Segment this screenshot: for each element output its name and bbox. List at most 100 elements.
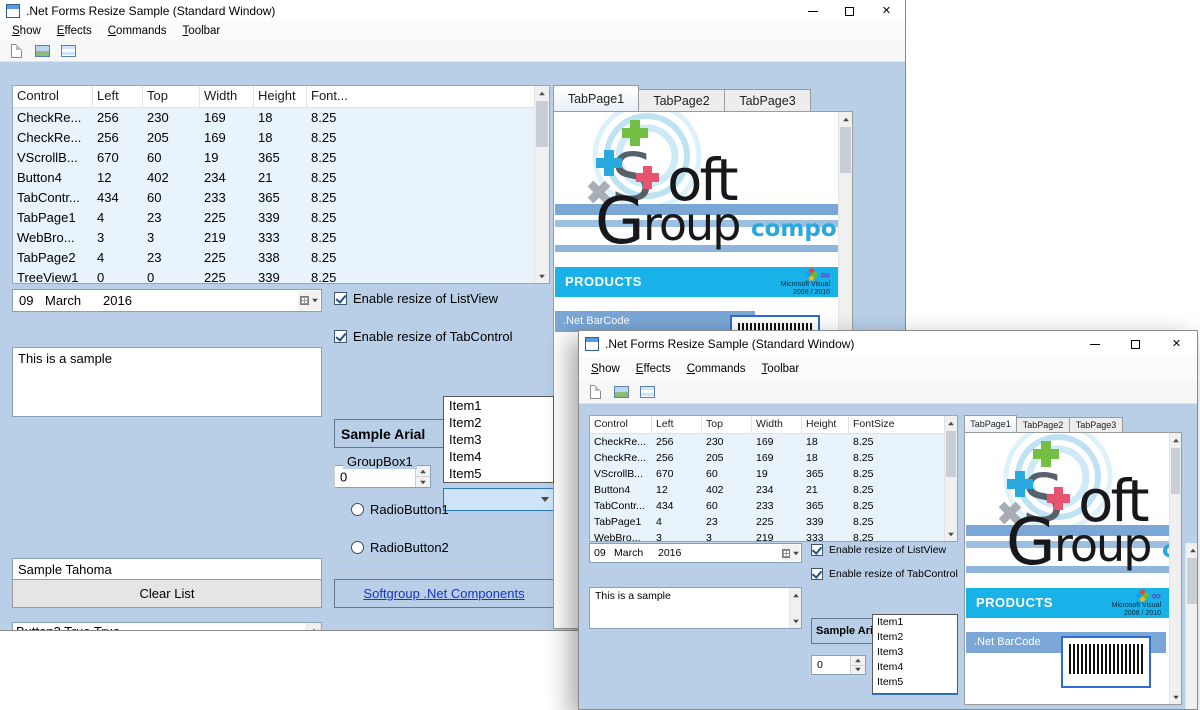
tab[interactable]: TabPage1 [964,415,1017,432]
table-row[interactable]: TreeView1002253398.25 [13,268,549,284]
radiobutton1[interactable]: RadioButton1 [351,502,449,517]
table-row[interactable]: TabContr...434602333658.25 [590,498,957,514]
tab[interactable]: TabPage1 [553,85,639,111]
combo-item[interactable]: Item2 [873,630,957,645]
scrollbar-thumb[interactable] [1187,558,1197,604]
combo-item[interactable]: Item3 [444,431,553,448]
combo-item[interactable]: Item1 [444,397,553,414]
table-row[interactable]: Button412402234218.25 [590,482,957,498]
enable-resize-listview-checkbox[interactable]: Enable resize of ListView [811,544,946,556]
enable-resize-tabcontrol-checkbox[interactable]: Enable resize of TabControl [334,329,512,344]
combo-item[interactable]: Item3 [873,645,957,660]
menu-item[interactable]: Commands [100,25,175,37]
log-item[interactable]: Button3 True True [13,624,306,630]
form-vertical-scrollbar[interactable] [1185,543,1197,709]
radiobutton2[interactable]: RadioButton2 [351,540,449,555]
scroll-up-button[interactable] [1186,543,1197,557]
column-header[interactable]: Height [254,86,307,107]
scroll-up-button[interactable] [1170,433,1181,447]
scroll-up-button[interactable] [945,416,957,430]
softgroup-link[interactable]: Softgroup .Net Components [363,586,524,601]
titlebar[interactable]: .Net Forms Resize Sample (Standard Windo… [579,331,1197,357]
table-row[interactable]: VScrollB...67060193658.25 [13,148,549,168]
minimize-button[interactable] [794,0,831,22]
table-row[interactable]: CheckRe...256230169188.25 [13,108,549,128]
column-header[interactable]: Left [652,416,702,433]
column-header[interactable]: FontSize [849,416,957,433]
scrollbar-thumb[interactable] [946,431,956,477]
date-picker-dropdown-button[interactable] [298,291,320,310]
numeric-updown[interactable]: 0 [811,655,866,675]
scrollbar-thumb[interactable] [536,101,548,147]
date-picker[interactable]: 09 March 2016 [589,543,802,563]
webbrowser-scrollbar[interactable] [1169,433,1181,704]
menu-item[interactable]: Effects [628,363,679,375]
listview-scrollbar[interactable] [944,416,957,541]
table-row[interactable]: WebBro...332193338.25 [590,530,957,542]
column-header[interactable]: Font... [307,86,549,107]
scrollbar-thumb[interactable] [1171,448,1180,494]
column-header[interactable]: Top [143,86,200,107]
column-header[interactable]: Top [702,416,752,433]
table-row[interactable]: TabPage14232253398.25 [13,208,549,228]
close-button[interactable]: ✕ [1156,331,1197,357]
scroll-up-button[interactable] [307,623,321,630]
close-button[interactable]: ✕ [868,0,905,22]
enable-resize-tabcontrol-checkbox[interactable]: Enable resize of TabControl [811,568,958,580]
table-row[interactable]: TabContr...434602333658.25 [13,188,549,208]
tab[interactable]: TabPage2 [1017,417,1070,432]
sample-textbox[interactable]: This is a sample [589,587,802,629]
menu-item[interactable]: Effects [49,25,100,37]
tab[interactable]: TabPage3 [725,89,811,111]
maximize-button[interactable] [831,0,868,22]
listview-scrollbar[interactable] [534,86,549,283]
table-row[interactable]: CheckRe...256205169188.25 [13,128,549,148]
column-header[interactable]: Height [802,416,849,433]
date-picker-dropdown-button[interactable] [782,545,800,561]
column-header[interactable]: Control [590,416,652,433]
spin-up-button[interactable] [851,656,865,666]
table-row[interactable]: Button412402234218.25 [13,168,549,188]
textbox-scrollbar[interactable] [789,588,801,628]
image-button[interactable] [31,41,53,61]
combo-item[interactable]: Item4 [444,448,553,465]
table-row[interactable]: CheckRe...256230169188.25 [590,434,957,450]
table-row[interactable]: TabPage14232253398.25 [590,514,957,530]
combo-item[interactable]: Item5 [873,675,957,690]
scroll-up-button[interactable] [839,112,852,126]
scroll-down-button[interactable] [790,614,801,628]
table-row[interactable]: VScrollB...67060193658.25 [590,466,957,482]
combo-item[interactable]: Item4 [873,660,957,675]
grid-button[interactable] [636,382,658,402]
scroll-down-button[interactable] [535,269,549,283]
sample-textbox[interactable]: This is a sample [12,347,322,417]
grid-button[interactable] [57,41,79,61]
column-header[interactable]: Control [13,86,93,107]
clear-list-button[interactable]: Clear List [12,579,322,608]
tab[interactable]: TabPage2 [639,89,725,111]
table-row[interactable]: WebBro...332193338.25 [13,228,549,248]
spin-down-button[interactable] [851,666,865,675]
titlebar[interactable]: .Net Forms Resize Sample (Standard Windo… [0,0,905,22]
menu-item[interactable]: Show [583,363,628,375]
image-button[interactable] [610,382,632,402]
table-row[interactable]: TabPage24232253388.25 [13,248,549,268]
date-picker[interactable]: 09 March 2016 [12,289,322,312]
combo-item[interactable]: Item1 [873,615,957,630]
scroll-down-button[interactable] [945,527,957,541]
menu-item[interactable]: Commands [679,363,754,375]
new-file-button[interactable] [584,382,606,402]
new-file-button[interactable] [5,41,27,61]
minimize-button[interactable] [1074,331,1115,357]
tab[interactable]: TabPage3 [1070,417,1123,432]
scrollbar-thumb[interactable] [840,127,851,173]
maximize-button[interactable] [1115,331,1156,357]
column-header[interactable]: Width [200,86,254,107]
listbox-scrollbar[interactable] [306,623,321,630]
enable-resize-listview-checkbox[interactable]: Enable resize of ListView [334,291,498,306]
menu-item[interactable]: Toolbar [754,363,808,375]
combo-item[interactable]: Item2 [444,414,553,431]
column-header[interactable]: Width [752,416,802,433]
menu-item[interactable]: Show [4,25,49,37]
combo-item[interactable]: Item5 [444,465,553,482]
